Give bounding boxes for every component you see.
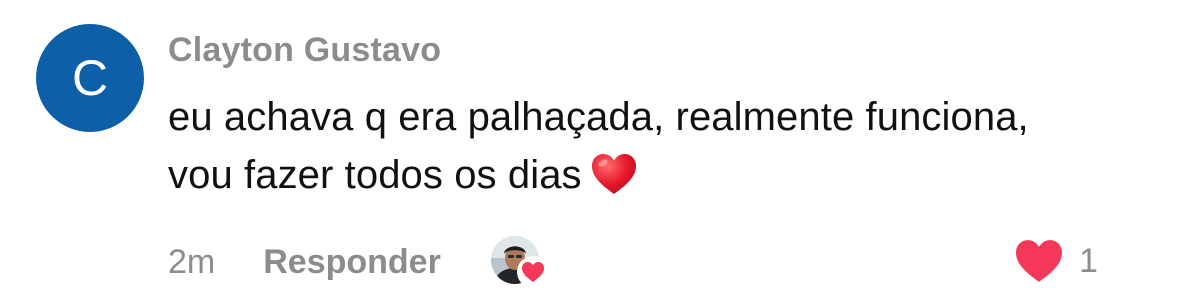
author-name[interactable]: Clayton Gustavo: [168, 28, 1178, 72]
like-button[interactable]: 1: [1013, 238, 1098, 284]
liked-by-author-indicator: [490, 236, 549, 288]
reply-button[interactable]: Responder: [263, 234, 441, 290]
avatar-letter: C: [71, 50, 109, 106]
comment-content: Clayton Gustavo eu achava q era palhaçad…: [168, 28, 1178, 204]
like-count: 1: [1079, 242, 1098, 280]
comment-text-line-1: eu achava q era palhaçada, realmente fun…: [168, 95, 1029, 139]
comment-item: C Clayton Gustavo eu achava q era palhaç…: [0, 0, 1192, 305]
comment-text: eu achava q era palhaçada, realmente fun…: [168, 88, 1178, 204]
red-heart-icon: [591, 154, 636, 194]
heart-icon[interactable]: [1013, 238, 1065, 284]
avatar[interactable]: C: [36, 24, 144, 132]
comment-meta: 2m Responder 1: [168, 234, 1178, 290]
comment-time: 2m: [168, 243, 216, 281]
comment-text-line-2: vou fazer todos os dias: [168, 153, 582, 197]
comment-text-line-2-wrap: vou fazer todos os dias: [168, 146, 1178, 204]
liker-heart-badge: [516, 256, 549, 288]
heart-icon: [521, 262, 544, 282]
